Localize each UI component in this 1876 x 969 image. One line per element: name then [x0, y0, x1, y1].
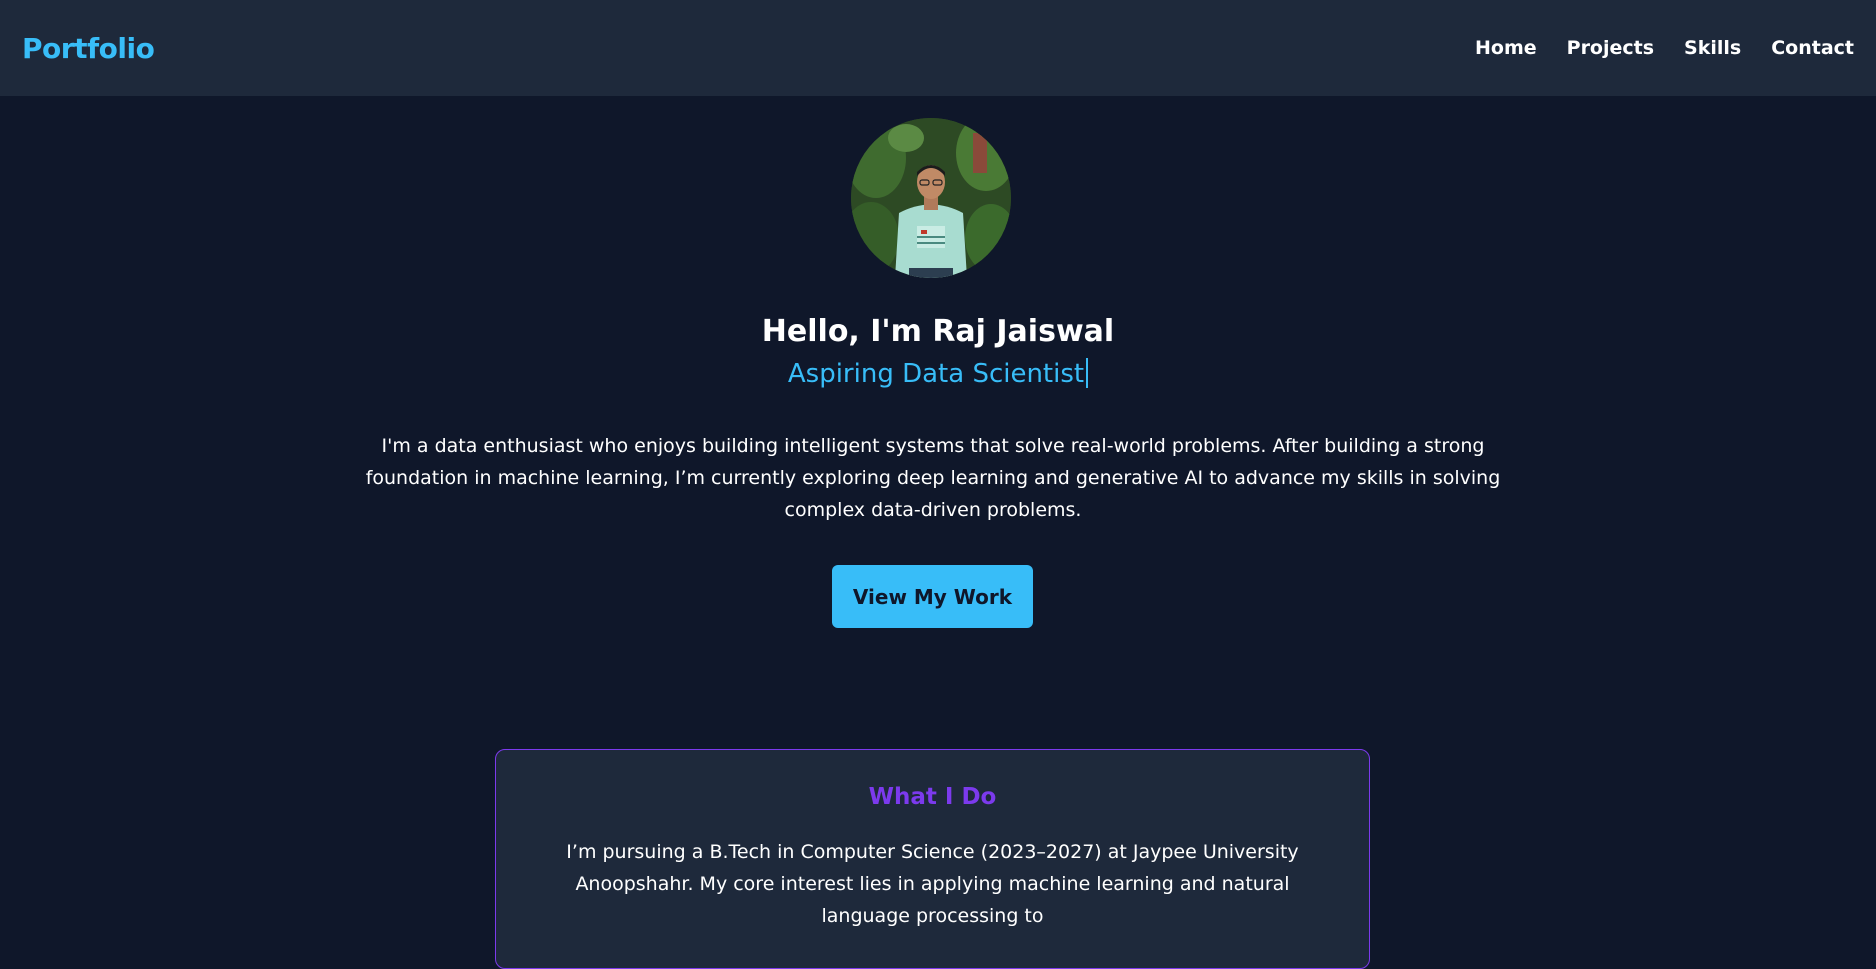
- nav-link-contact[interactable]: Contact: [1771, 37, 1854, 59]
- hero-description: I'm a data enthusiast who enjoys buildin…: [365, 435, 1501, 521]
- hero-subtitle-container: Aspiring Data Scientist: [0, 358, 1876, 389]
- nav-link-projects[interactable]: Projects: [1567, 37, 1654, 59]
- nav-link-skills[interactable]: Skills: [1684, 37, 1741, 59]
- what-i-do-card: What I Do I’m pursuing a B.Tech in Compu…: [495, 749, 1370, 969]
- nav-link-home[interactable]: Home: [1475, 37, 1537, 59]
- navbar: Portfolio Home Projects Skills Contact: [0, 0, 1876, 96]
- what-i-do-title: What I Do: [868, 784, 997, 810]
- brand-logo-link[interactable]: Portfolio: [22, 32, 155, 65]
- avatar: [851, 118, 1011, 278]
- typing-cursor: [1086, 358, 1089, 388]
- hero-title: Hello, I'm Raj Jaiswal: [761, 314, 1115, 349]
- what-i-do-text: I’m pursuing a B.Tech in Computer Scienc…: [566, 841, 1299, 927]
- avatar-photo-image: [851, 118, 1011, 278]
- hero-subtitle: Aspiring Data Scientist: [787, 359, 1085, 389]
- view-my-work-button[interactable]: View My Work: [832, 565, 1033, 628]
- nav-links: Home Projects Skills Contact: [1445, 37, 1854, 59]
